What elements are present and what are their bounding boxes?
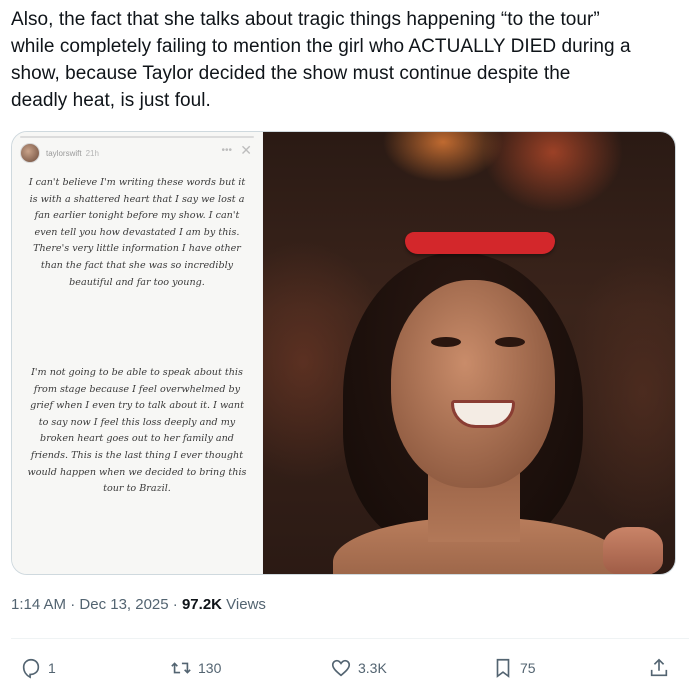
share-icon (650, 658, 668, 677)
share-button[interactable] (648, 652, 670, 684)
divider (11, 638, 689, 639)
tweet-date[interactable]: Dec 13, 2025 (79, 596, 168, 613)
meta-separator: · (66, 596, 80, 613)
story-time: 21h (85, 148, 99, 158)
media-grid: taylorswift 21h ••• ✕ I can't believe I'… (11, 131, 676, 575)
reply-button[interactable]: 1 (20, 652, 56, 684)
story-header: taylorswift 21h ••• ✕ (20, 142, 256, 164)
repost-button[interactable]: 130 (170, 652, 221, 684)
repost-icon (171, 662, 191, 674)
story-paragraph-2: I'm not going to be able to speak about … (27, 367, 247, 495)
story-avatar (20, 143, 40, 163)
photo-hand (603, 527, 663, 574)
views-count[interactable]: 97.2K (182, 596, 222, 613)
close-icon: ✕ (240, 142, 252, 158)
fan-photo-image[interactable] (263, 132, 675, 574)
tweet-time[interactable]: 1:14 AM (11, 596, 66, 613)
story-username: taylorswift (46, 148, 82, 158)
photo-sunglasses (405, 232, 555, 254)
story-paragraph-1: I can't believe I'm writing these words … (28, 177, 246, 288)
meta-separator-2: · (168, 596, 182, 613)
reply-icon (22, 658, 40, 679)
bookmark-icon (496, 658, 510, 678)
reply-count: 1 (48, 660, 56, 676)
repost-count: 130 (198, 660, 222, 676)
photo-eye-left (431, 337, 461, 347)
tweet-meta: 1:14 AM · Dec 13, 2025 · 97.2K Views (11, 596, 266, 613)
action-bar: 1 130 3.3K 75 (0, 652, 700, 684)
like-button[interactable]: 3.3K (330, 652, 387, 684)
like-count: 3.3K (358, 660, 387, 676)
photo-face (391, 280, 555, 488)
story-screenshot-image[interactable]: taylorswift 21h ••• ✕ I can't believe I'… (12, 132, 262, 574)
heart-icon (331, 659, 351, 677)
more-icon: ••• (221, 145, 232, 156)
tweet-text: Also, the fact that she talks about trag… (11, 9, 631, 111)
views-label[interactable]: Views (222, 596, 266, 613)
photo-eye-right (495, 337, 525, 347)
bookmark-button[interactable]: 75 (492, 652, 536, 684)
bookmark-count: 75 (520, 660, 536, 676)
story-progress-bar (20, 136, 254, 138)
